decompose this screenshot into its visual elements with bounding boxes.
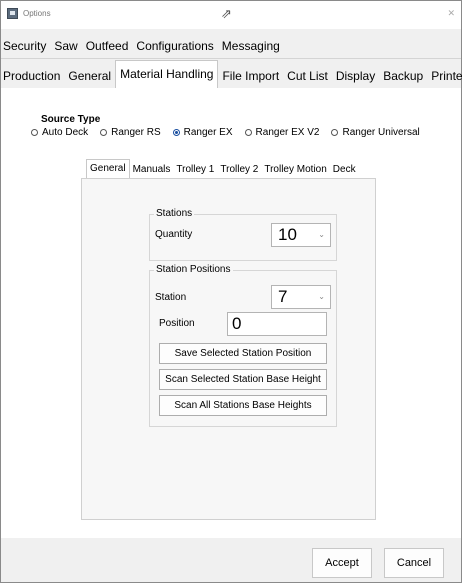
radio-selected-icon	[172, 129, 180, 136]
inner-tab-deck[interactable]: Deck	[330, 162, 359, 178]
save-station-position-button[interactable]: Save Selected Station Position	[159, 343, 327, 364]
radio-unselected-icon	[31, 129, 38, 136]
tab-cut-list[interactable]: Cut List	[283, 64, 332, 88]
radio-unselected-icon	[244, 129, 252, 136]
station-positions-group-title: Station Positions	[154, 264, 233, 275]
radio-unselected-icon	[331, 129, 339, 136]
mouse-cursor-icon: ⇗	[221, 6, 232, 21]
close-icon[interactable]: ✕	[447, 8, 455, 19]
options-window: Options ⇗ ✕ Security Saw Outfeed Configu…	[0, 0, 462, 583]
tab-material-handling[interactable]: Material Handling	[115, 60, 219, 88]
tab-production[interactable]: Production	[1, 64, 64, 88]
quantity-label: Quantity	[155, 229, 193, 240]
chevron-down-icon: ⌄	[318, 292, 325, 301]
tab-configurations[interactable]: Configurations	[132, 34, 217, 58]
tab-display[interactable]: Display	[332, 64, 379, 88]
general-inner-panel: Stations Quantity 10 ⌄ Station Positions…	[81, 178, 376, 520]
inner-tab-trolley-motion[interactable]: Trolley Motion	[261, 162, 329, 178]
station-value: 7	[278, 287, 288, 306]
title-bar: Options ⇗ ✕	[1, 1, 461, 29]
radio-ranger-universal[interactable]: Ranger Universal	[331, 127, 420, 138]
tab-general[interactable]: General	[64, 64, 115, 88]
source-type-radio-group: Auto Deck Ranger RS Ranger EX Ranger EX …	[31, 127, 432, 138]
station-label: Station	[155, 292, 187, 303]
tab-file-import[interactable]: File Import	[218, 64, 283, 88]
stations-group: Stations Quantity 10 ⌄	[149, 208, 337, 261]
station-select[interactable]: 7 ⌄	[271, 285, 331, 309]
radio-ranger-ex-v2[interactable]: Ranger EX V2	[244, 127, 320, 138]
tab-row-bottom: Production General Material Handling Fil…	[1, 60, 462, 88]
radio-label: Ranger RS	[111, 127, 161, 138]
radio-label: Auto Deck	[42, 127, 89, 138]
chevron-down-icon: ⌄	[318, 230, 325, 239]
inner-tab-general[interactable]: General	[86, 159, 130, 178]
radio-label: Ranger Universal	[342, 127, 420, 138]
inner-tab-trolley-1[interactable]: Trolley 1	[173, 162, 217, 178]
tab-printers[interactable]: Printers	[427, 64, 462, 88]
radio-ranger-rs[interactable]: Ranger RS	[100, 127, 161, 138]
tab-row-top: Security Saw Outfeed Configurations Mess…	[1, 31, 461, 58]
radio-auto-deck[interactable]: Auto Deck	[31, 127, 88, 138]
stations-group-title: Stations	[154, 208, 195, 219]
position-input[interactable]: 0	[227, 312, 327, 336]
tab-backup[interactable]: Backup	[379, 64, 427, 88]
radio-label: Ranger EX V2	[255, 127, 320, 138]
inner-tab-trolley-2[interactable]: Trolley 2	[217, 162, 261, 178]
tab-saw[interactable]: Saw	[50, 34, 81, 58]
source-type-label: Source Type	[41, 114, 101, 125]
app-icon	[7, 8, 18, 19]
scan-all-stations-button[interactable]: Scan All Stations Base Heights	[159, 395, 327, 416]
inner-tab-bar: General Manuals Trolley 1 Trolley 2 Trol…	[86, 159, 359, 178]
tab-row-divider	[1, 58, 461, 59]
window-title: Options	[23, 9, 51, 18]
cancel-button[interactable]: Cancel	[384, 548, 444, 578]
station-positions-group: Station Positions Station 7 ⌄ Position 0…	[149, 264, 337, 427]
radio-label: Ranger EX	[183, 127, 233, 138]
quantity-select[interactable]: 10 ⌄	[271, 223, 331, 247]
radio-ranger-ex[interactable]: Ranger EX	[172, 127, 233, 138]
tab-messaging[interactable]: Messaging	[218, 34, 284, 58]
tab-security[interactable]: Security	[1, 34, 50, 58]
tab-outfeed[interactable]: Outfeed	[82, 34, 133, 58]
scan-selected-station-button[interactable]: Scan Selected Station Base Height	[159, 369, 327, 390]
radio-unselected-icon	[100, 129, 108, 136]
inner-tab-manuals[interactable]: Manuals	[130, 162, 174, 178]
quantity-value: 10	[278, 225, 297, 244]
position-label: Position	[159, 318, 195, 329]
accept-button[interactable]: Accept	[312, 548, 372, 578]
